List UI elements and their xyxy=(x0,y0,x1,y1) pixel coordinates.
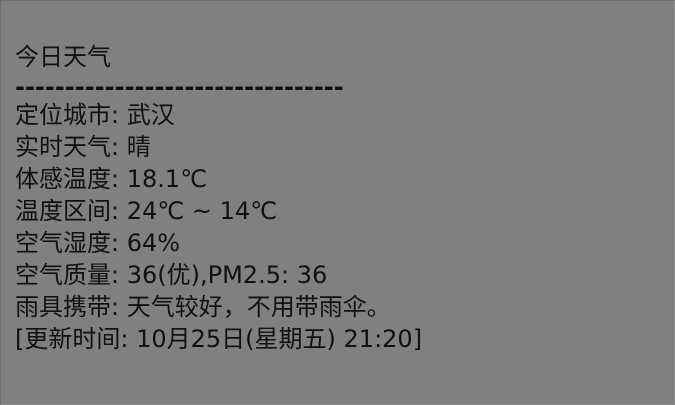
location-value: 武汉 xyxy=(126,101,175,129)
air-quality-value: 36(优),PM2.5: 36 xyxy=(126,261,328,289)
umbrella-label: 雨具携带: xyxy=(15,293,120,321)
update-time-label: [更新时间: xyxy=(15,325,129,353)
current-weather-value: 晴 xyxy=(126,133,151,161)
update-time-value: 10月25日(星期五) 21:20] xyxy=(136,325,423,353)
weather-panel: 今日天气 --------------------------------- 定… xyxy=(0,0,675,405)
row-feels-like: 体感温度: 18.1℃ xyxy=(15,163,664,195)
umbrella-value: 天气较好，不用带雨伞。 xyxy=(126,293,391,321)
weather-content: 今日天气 --------------------------------- 定… xyxy=(15,39,664,355)
row-air-quality: 空气质量: 36(优),PM2.5: 36 xyxy=(15,259,664,291)
humidity-value: 64% xyxy=(126,229,181,257)
weather-title: 今日天气 xyxy=(15,43,111,71)
current-weather-label: 实时天气: xyxy=(15,133,120,161)
temperature-range-value: 24℃ ~ 14℃ xyxy=(126,197,278,225)
row-temperature-range: 温度区间: 24℃ ~ 14℃ xyxy=(15,195,664,227)
row-current-weather: 实时天气: 晴 xyxy=(15,131,664,163)
row-location: 定位城市: 武汉 xyxy=(15,99,664,131)
divider-line: --------------------------------- xyxy=(15,73,344,101)
humidity-label: 空气湿度: xyxy=(15,229,120,257)
air-quality-label: 空气质量: xyxy=(15,261,120,289)
feels-like-value: 18.1℃ xyxy=(126,165,208,193)
row-humidity: 空气湿度: 64% xyxy=(15,227,664,259)
location-label: 定位城市: xyxy=(15,101,120,129)
temperature-range-label: 温度区间: xyxy=(15,197,120,225)
row-update-time: [更新时间: 10月25日(星期五) 21:20] xyxy=(15,323,664,355)
row-umbrella: 雨具携带: 天气较好，不用带雨伞。 xyxy=(15,291,664,323)
feels-like-label: 体感温度: xyxy=(15,165,120,193)
